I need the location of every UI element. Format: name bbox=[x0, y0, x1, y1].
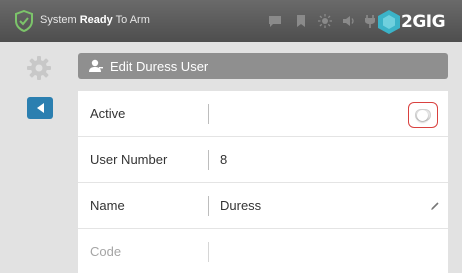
user-number-row[interactable]: User Number 8 bbox=[78, 137, 448, 183]
user-number-value: 8 bbox=[220, 152, 228, 167]
active-row[interactable]: Active bbox=[78, 91, 448, 137]
shield-check-icon bbox=[15, 10, 33, 32]
row-divider bbox=[208, 104, 209, 124]
bookmark-icon[interactable] bbox=[293, 13, 309, 29]
status-bar: System Ready To Arm 2GIG bbox=[0, 0, 462, 42]
back-arrow-icon bbox=[37, 103, 44, 113]
user-number-label: User Number bbox=[90, 152, 168, 167]
name-row[interactable]: Name Duress bbox=[78, 183, 448, 229]
code-row[interactable]: Code bbox=[78, 229, 448, 273]
row-divider bbox=[208, 150, 209, 170]
2gig-logo: 2GIG bbox=[376, 8, 460, 36]
edit-user-form: Active User Number 8 Name Duress Code bbox=[78, 91, 448, 273]
code-label: Code bbox=[90, 244, 122, 259]
system-status-text: System Ready To Arm bbox=[40, 14, 150, 26]
pencil-icon[interactable] bbox=[430, 201, 440, 211]
name-label: Name bbox=[90, 198, 125, 213]
gear-icon[interactable] bbox=[26, 55, 52, 81]
row-divider bbox=[208, 242, 209, 262]
sun-icon[interactable] bbox=[317, 13, 333, 29]
active-toggle[interactable] bbox=[408, 102, 438, 128]
page-header: Edit Duress User bbox=[78, 53, 448, 79]
speaker-icon[interactable] bbox=[341, 13, 357, 29]
active-label: Active bbox=[90, 106, 126, 121]
row-divider bbox=[208, 196, 209, 216]
back-button[interactable] bbox=[27, 97, 53, 119]
page-title: Edit Duress User bbox=[110, 59, 209, 74]
message-icon[interactable] bbox=[267, 13, 283, 29]
toggle-knob bbox=[417, 110, 428, 121]
user-icon bbox=[89, 59, 103, 72]
name-value: Duress bbox=[220, 198, 262, 213]
